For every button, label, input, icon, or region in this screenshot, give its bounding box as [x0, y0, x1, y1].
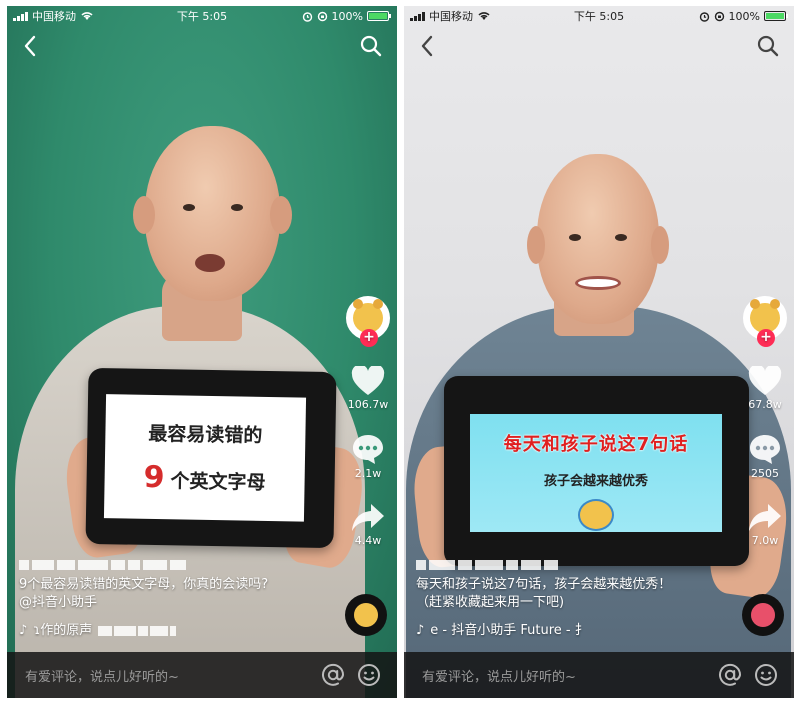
at-icon[interactable]: [321, 663, 345, 687]
emoji-icon[interactable]: [754, 663, 778, 687]
share-count: 4.4w: [354, 534, 382, 547]
author-name-pixelated[interactable]: [416, 558, 726, 572]
comment-icon: [750, 435, 780, 464]
action-rail: + 67.8w 2505 7.0w: [742, 296, 788, 547]
tablet-line2-text: 个英文字母: [170, 470, 266, 494]
lock-rotation-icon: [714, 11, 724, 21]
battery-percent: 100%: [331, 9, 363, 23]
heart-icon: [748, 366, 782, 395]
video-caption: 每天和孩子说这7句话，孩子会越来越优秀！ （赶紧收藏起来用一下吧) ♪ e - …: [416, 558, 726, 640]
ear: [651, 226, 669, 264]
share-button[interactable]: 4.4w: [351, 502, 385, 547]
ear: [270, 196, 292, 234]
music-row[interactable]: ♪ ɿ作的原声: [19, 622, 329, 640]
comment-bar[interactable]: 有爱评论，说点儿好听的~: [7, 652, 397, 698]
eye: [183, 204, 195, 211]
share-icon: [352, 504, 384, 531]
comment-button[interactable]: 2.1w: [351, 433, 385, 480]
music-author-pixelated: [98, 626, 177, 636]
back-icon[interactable]: [21, 34, 39, 58]
comment-input[interactable]: 有爱评论，说点儿好听的~: [422, 666, 576, 685]
at-icon[interactable]: [718, 663, 742, 687]
like-button[interactable]: 106.7w: [347, 366, 389, 411]
like-count: 106.7w: [347, 398, 389, 411]
tablet-line1: 最容易读错的: [148, 422, 263, 447]
caption-mention[interactable]: @抖音小助手: [19, 594, 329, 612]
tablet-screen: 每天和孩子说这7句话 孩子会越来越优秀: [470, 414, 722, 532]
comment-count: 2.1w: [354, 467, 382, 480]
caption-text: 9个最容易读错的英文字母，你真的会读吗?: [19, 577, 269, 592]
follow-plus-icon[interactable]: +: [360, 329, 378, 347]
tablet-line2: 9 个英文字母: [143, 460, 265, 497]
author-avatar[interactable]: +: [346, 296, 390, 347]
mouth: [195, 254, 225, 272]
eye: [569, 234, 581, 241]
caption-text-2: （赶紧收藏起来用一下吧): [416, 595, 565, 610]
follow-plus-icon[interactable]: +: [757, 329, 775, 347]
like-button[interactable]: 67.8w: [748, 366, 782, 411]
music-title: ɿ作的原声: [33, 623, 93, 638]
author-name-pixelated[interactable]: [19, 558, 329, 572]
lock-rotation-icon: [317, 11, 327, 21]
action-rail: + 106.7w 2.1w 4.4w: [345, 296, 391, 547]
video-screen-left: 最容易读错的 9 个英文字母 中国移动 下午 5:05 100% + 106.7…: [7, 6, 397, 698]
battery-icon: [764, 11, 788, 21]
music-row[interactable]: ♪ e - 抖音小助手 Future - 扌: [416, 622, 726, 640]
author-avatar[interactable]: +: [743, 296, 787, 347]
alarm-icon: [699, 11, 709, 22]
battery-percent: 100%: [728, 9, 760, 23]
emoji-icon[interactable]: [357, 663, 381, 687]
presenter-head: [527, 154, 669, 324]
status-bar: 中国移动 下午 5:05 100%: [404, 6, 794, 26]
bear-logo-icon: [578, 499, 614, 531]
battery-icon: [367, 11, 391, 21]
music-disc[interactable]: [742, 594, 784, 636]
status-bar: 中国移动 下午 5:05 100%: [7, 6, 397, 26]
back-icon[interactable]: [418, 34, 436, 58]
comment-input[interactable]: 有爱评论，说点儿好听的~: [25, 666, 179, 685]
mouth: [575, 276, 621, 290]
tablet-headline: 每天和孩子说这7句话: [503, 434, 689, 455]
tablet: 最容易读错的 9 个英文字母: [85, 367, 337, 549]
music-disc[interactable]: [345, 594, 387, 636]
search-icon[interactable]: [756, 34, 780, 58]
ear: [133, 196, 155, 234]
tablet-screen: 最容易读错的 9 个英文字母: [103, 394, 307, 522]
ear: [527, 226, 545, 264]
alarm-icon: [302, 11, 312, 22]
video-caption: 9个最容易读错的英文字母，你真的会读吗? @抖音小助手 ♪ ɿ作的原声: [19, 558, 329, 640]
comment-count: 2505: [751, 467, 779, 480]
tablet: 每天和孩子说这7句话 孩子会越来越优秀: [444, 376, 749, 566]
music-note-icon: ♪: [416, 623, 425, 638]
video-screen-right: 每天和孩子说这7句话 孩子会越来越优秀 中国移动 下午 5:05 100% + …: [404, 6, 794, 698]
eye: [231, 204, 243, 211]
tablet-number: 9: [143, 459, 165, 496]
music-title: e - 抖音小助手 Future - 扌: [430, 623, 588, 638]
search-icon[interactable]: [359, 34, 383, 58]
like-count: 67.8w: [748, 398, 782, 411]
eye: [615, 234, 627, 241]
share-count: 7.0w: [751, 534, 779, 547]
share-button[interactable]: 7.0w: [748, 502, 782, 547]
comment-button[interactable]: 2505: [748, 433, 782, 480]
comment-bar[interactable]: 有爱评论，说点儿好听的~: [404, 652, 794, 698]
comment-icon: [353, 435, 383, 464]
presenter-head: [133, 126, 292, 301]
caption-text: 每天和孩子说这7句话，孩子会越来越优秀！: [416, 577, 672, 592]
share-icon: [749, 504, 781, 531]
heart-icon: [351, 366, 385, 395]
tablet-subline: 孩子会越来越优秀: [543, 474, 648, 489]
music-note-icon: ♪: [19, 623, 28, 638]
